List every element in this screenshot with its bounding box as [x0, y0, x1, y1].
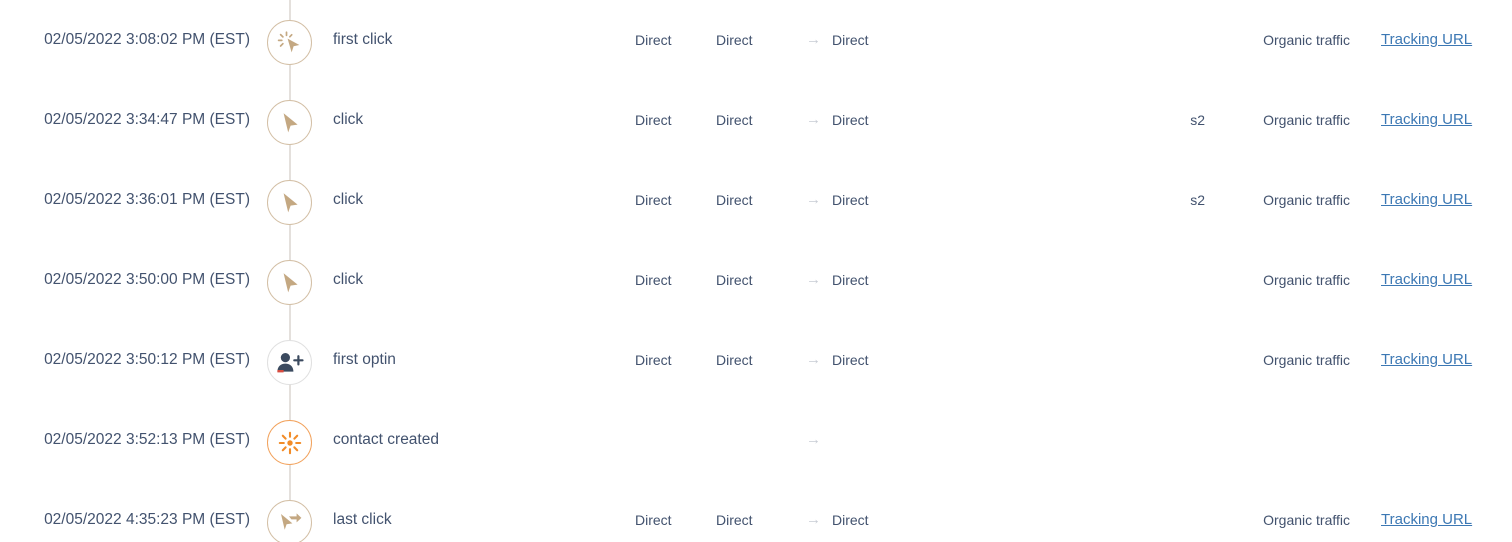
event-label: click [333, 111, 364, 128]
arrow-right-icon: → [806, 191, 821, 208]
medium-value: Direct [716, 192, 753, 208]
arrow-right-icon: → [806, 511, 821, 528]
source-value: Direct [635, 192, 672, 208]
timeline-node [267, 420, 312, 465]
traffic-type-value: Organic traffic [1263, 352, 1350, 368]
channel-value: Direct [832, 32, 869, 48]
click-icon [277, 270, 303, 296]
row-timestamp: 02/05/2022 3:08:02 PM (EST) [44, 31, 250, 48]
arrow-right-icon: → [806, 271, 821, 288]
timeline-row: 02/05/2022 3:52:13 PM (EST) contact creat… [0, 400, 1512, 480]
arrow-right-icon: → [806, 431, 821, 448]
event-label: click [333, 271, 364, 288]
event-label: click [333, 191, 364, 208]
source-value: Direct [635, 272, 672, 288]
timeline-row: 02/05/2022 3:08:02 PM (EST) first click Di… [0, 0, 1512, 80]
tracking-url-link[interactable]: Tracking URL [1381, 0, 1472, 80]
timeline-node [267, 20, 312, 65]
medium-value: Direct [716, 272, 753, 288]
tracking-url-link[interactable]: Tracking URL [1381, 320, 1472, 400]
row-timestamp: 02/05/2022 4:35:23 PM (EST) [44, 511, 250, 528]
click-icon [277, 190, 303, 216]
timeline-row: 02/05/2022 3:50:00 PM (EST) click Direct Di… [0, 240, 1512, 320]
event-label: last click [333, 511, 392, 528]
last-click-icon [276, 510, 304, 536]
arrow-right-icon: → [806, 351, 821, 368]
timeline-node [267, 500, 312, 542]
event-label: first click [333, 31, 393, 48]
tracking-url-link[interactable]: Tracking URL [1381, 240, 1472, 320]
row-timestamp: 02/05/2022 3:36:01 PM (EST) [44, 191, 250, 208]
row-timestamp: 02/05/2022 3:50:00 PM (EST) [44, 271, 250, 288]
source-value: Direct [635, 352, 672, 368]
tracking-url-link[interactable]: Tracking URL [1381, 160, 1472, 240]
traffic-type-value: Organic traffic [1263, 112, 1350, 128]
timeline-row: 02/05/2022 3:36:01 PM (EST) click Direct Di… [0, 160, 1512, 240]
tracking-url-link[interactable]: Tracking URL [1381, 80, 1472, 160]
traffic-type-value: Organic traffic [1263, 32, 1350, 48]
medium-value: Direct [716, 32, 753, 48]
timeline-node [267, 260, 312, 305]
sunburst-icon [277, 430, 303, 456]
traffic-type-value: Organic traffic [1263, 272, 1350, 288]
arrow-right-icon: → [806, 31, 821, 48]
row-timestamp: 02/05/2022 3:34:47 PM (EST) [44, 111, 250, 128]
source-value: Direct [635, 512, 672, 528]
timeline-node [267, 180, 312, 225]
segment-value: s2 [1190, 192, 1205, 208]
traffic-type-value: Organic traffic [1263, 192, 1350, 208]
event-label: first optin [333, 351, 396, 368]
segment-value: s2 [1190, 112, 1205, 128]
timeline-row: 02/05/2022 4:35:23 PM (EST) last click Dir… [0, 480, 1512, 542]
source-value: Direct [635, 32, 672, 48]
arrow-right-icon: → [806, 111, 821, 128]
row-timestamp: 02/05/2022 3:52:13 PM (EST) [44, 431, 250, 448]
medium-value: Direct [716, 512, 753, 528]
channel-value: Direct [832, 512, 869, 528]
medium-value: Direct [716, 352, 753, 368]
timeline-node [267, 340, 312, 385]
row-timestamp: 02/05/2022 3:50:12 PM (EST) [44, 351, 250, 368]
first-click-icon [277, 30, 303, 56]
person-add-icon [276, 351, 304, 375]
medium-value: Direct [716, 112, 753, 128]
timeline-row: 02/05/2022 3:34:47 PM (EST) click Direct Di… [0, 80, 1512, 160]
channel-value: Direct [832, 192, 869, 208]
channel-value: Direct [832, 272, 869, 288]
event-label: contact created [333, 431, 439, 448]
channel-value: Direct [832, 112, 869, 128]
click-icon [277, 110, 303, 136]
timeline-node [267, 100, 312, 145]
timeline-row: 02/05/2022 3:50:12 PM (EST) first optin Di… [0, 320, 1512, 400]
traffic-type-value: Organic traffic [1263, 512, 1350, 528]
tracking-url-link[interactable]: Tracking URL [1381, 480, 1472, 542]
source-value: Direct [635, 112, 672, 128]
channel-value: Direct [832, 352, 869, 368]
activity-timeline: 02/05/2022 3:08:02 PM (EST) first click Di… [0, 0, 1512, 542]
